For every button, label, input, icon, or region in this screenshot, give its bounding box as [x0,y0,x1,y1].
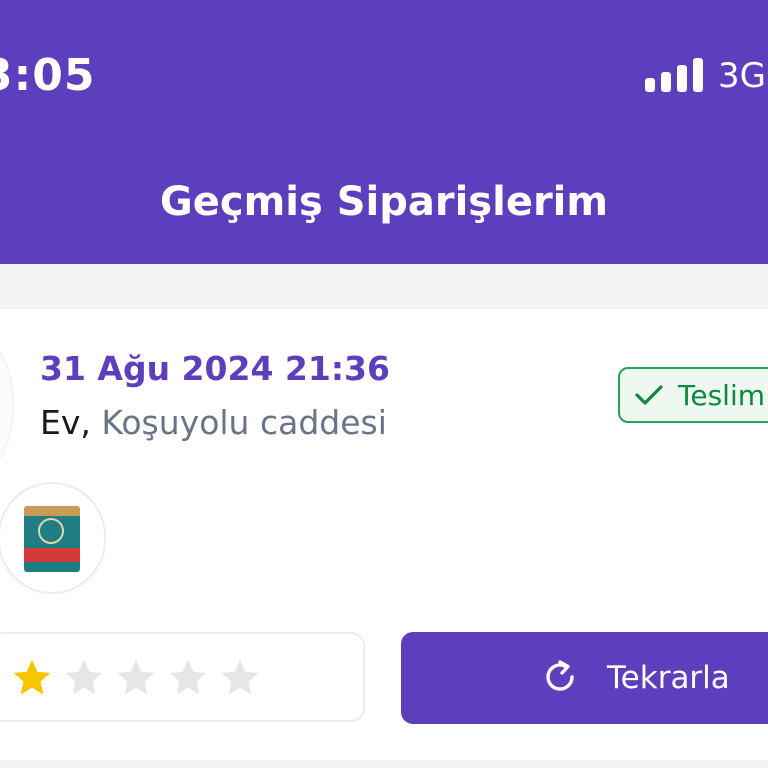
refresh-icon [546,660,574,691]
star-icon-5[interactable] [218,656,262,700]
order-status-label: Teslim [678,378,765,412]
address-detail: Koşuyolu caddesi [101,403,387,442]
order-date: 31 Ağu 2024 21:36 [40,349,390,388]
order-address: Ev, Koşuyolu caddesi [40,401,387,445]
page-title: Geçmiş Siparişlerim [159,179,609,225]
network-type: 3G [718,56,766,96]
check-icon [635,385,663,405]
store-logo [0,329,14,481]
repeat-order-button[interactable]: Tekrarla [401,632,768,724]
star-icon-2[interactable] [62,656,106,700]
status-bar-time: 3:05 [0,50,96,101]
star-icon-1[interactable] [10,656,54,700]
address-label: Ev, [40,403,91,442]
star-icon-4[interactable] [166,656,210,700]
product-thumbnail[interactable] [0,482,106,594]
repeat-order-label: Tekrarla [607,660,730,696]
order-status-badge: Teslim [618,367,768,423]
cat-food-package-image [24,506,80,572]
star-icon-3[interactable] [114,656,158,700]
signal-strength-icon [645,56,705,92]
order-card[interactable]: 31 Ağu 2024 21:36 Ev, Koşuyolu caddesi T… [0,309,768,760]
app-header: 3:05 3G Geçmiş Siparişlerim [0,0,768,264]
order-rating [0,632,365,722]
